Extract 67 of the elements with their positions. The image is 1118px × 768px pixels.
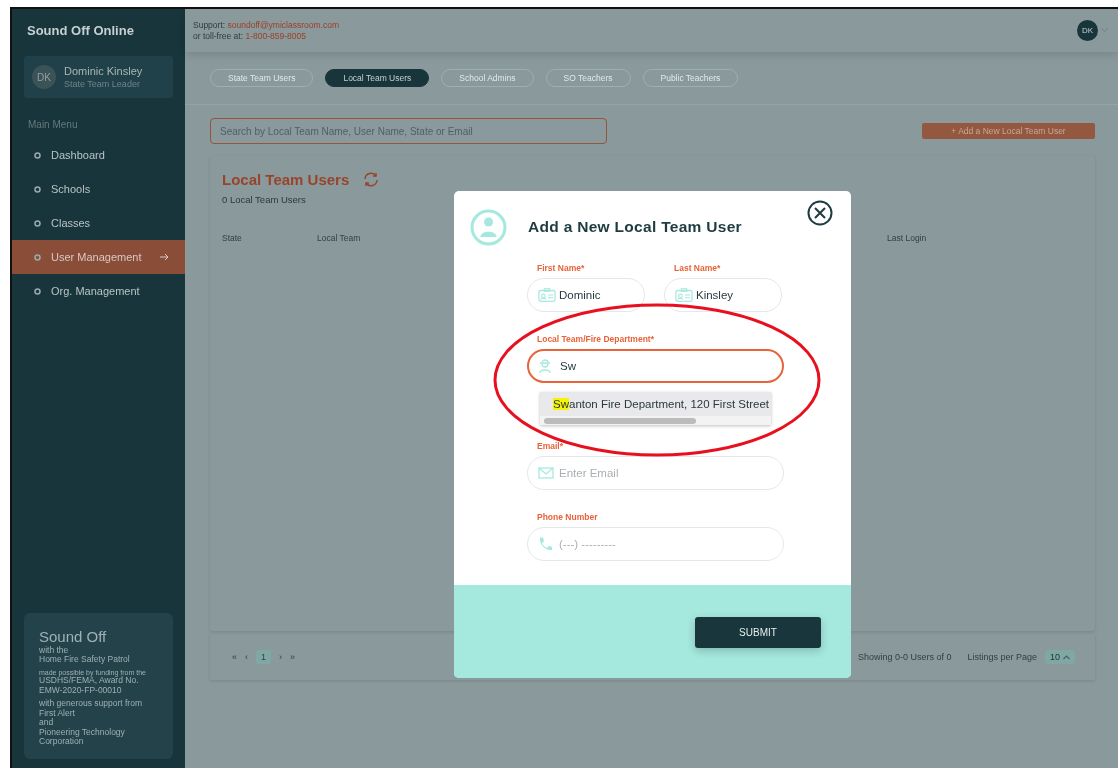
bullet-icon <box>34 220 41 227</box>
tollfree-label: or toll-free at: <box>193 30 244 41</box>
field-label: First Name* <box>537 263 586 273</box>
tab[interactable]: Local Team Users <box>325 69 430 87</box>
submit-button[interactable]: SUBMIT <box>695 617 821 648</box>
user-icon <box>470 208 507 246</box>
local-team-field[interactable]: Sw <box>527 349 784 383</box>
email-field[interactable]: Enter Email <box>527 456 784 490</box>
sponsor-text: Pioneering Technology Corporation <box>39 727 126 747</box>
column-header: State <box>222 233 243 243</box>
menu-item[interactable]: Dashboard <box>12 138 185 172</box>
phone-icon <box>538 536 552 552</box>
sponsor-text: EMW-2020-FP-00010 <box>39 685 123 696</box>
refresh-icon[interactable] <box>363 172 380 187</box>
bullet-icon <box>34 288 41 295</box>
sponsor-text: Home Fire Safety Patrol <box>39 655 131 665</box>
phone-field[interactable]: (---) --------- <box>527 527 784 561</box>
sponsor-text: USDHS/FEMA, Award No. <box>39 676 140 686</box>
bullet-icon <box>34 186 41 193</box>
chevron-down-icon[interactable] <box>1101 28 1108 33</box>
menu-item[interactable]: Org. Management <box>12 274 185 308</box>
menu-item[interactable]: Schools <box>12 172 185 206</box>
scrollbar-thumb[interactable] <box>544 417 696 424</box>
support-email-link[interactable]: soundoff@ymiclassroom.com <box>227 19 339 30</box>
menu-heading: Main Menu <box>28 119 79 130</box>
bullet-icon <box>34 254 41 261</box>
sponsor-title: Sound Off <box>39 629 108 646</box>
user-role: State Team Leader <box>64 79 141 89</box>
sponsor-text: with the <box>39 645 70 655</box>
user-count: 0 Local Team Users <box>222 194 307 205</box>
chevron-up-icon <box>1063 654 1070 660</box>
table-title: Local Team Users <box>222 171 350 188</box>
mail-icon <box>538 467 554 479</box>
bullet-icon <box>34 152 41 159</box>
add-user-button[interactable]: + Add a New Local Team User <box>922 123 1095 139</box>
avatar-button[interactable]: DK <box>1077 20 1098 41</box>
per-page-label: Listings per Page <box>967 652 1037 662</box>
avatar-initials: DK <box>32 65 56 89</box>
sponsor-text: with generous support from <box>39 699 143 709</box>
last-name-field[interactable]: Kinsley <box>664 278 782 312</box>
app-title: Sound Off Online <box>26 22 135 40</box>
id-card-icon <box>675 287 693 303</box>
arrow-right-icon <box>160 253 169 261</box>
dialog-title: Add a New Local Team User <box>528 218 742 236</box>
field-label: Phone Number <box>537 512 599 522</box>
id-card-icon <box>538 287 556 303</box>
first-name-field[interactable]: Dominic <box>527 278 645 312</box>
menu-item[interactable]: Classes <box>12 206 185 240</box>
sponsor-text: First Alert <box>39 708 75 718</box>
last-page-button[interactable]: » <box>290 652 296 662</box>
page-button[interactable]: 1 <box>256 650 272 664</box>
phone-link[interactable]: 1-800-859-8005 <box>245 30 306 41</box>
sponsor-text: and <box>39 718 55 728</box>
first-page-button[interactable]: « <box>232 652 237 662</box>
next-page-button[interactable]: › <box>279 652 283 662</box>
field-label: Email* <box>537 441 564 451</box>
menu-item[interactable]: User Management <box>12 240 185 274</box>
field-label: Last Name* <box>674 263 722 273</box>
field-label: Local Team/Fire Department* <box>537 334 655 344</box>
column-header: Last Login <box>887 233 928 243</box>
firefighter-icon <box>538 358 552 374</box>
column-header: Local Team <box>317 233 362 243</box>
showing-text: Showing 0-0 Users of 0 <box>857 652 952 662</box>
per-page-select[interactable]: 10 <box>1045 650 1075 664</box>
previous-page-button[interactable]: ‹ <box>245 652 248 662</box>
user-name: Dominic Kinsley <box>64 65 143 77</box>
support-label: Support: <box>193 19 226 30</box>
